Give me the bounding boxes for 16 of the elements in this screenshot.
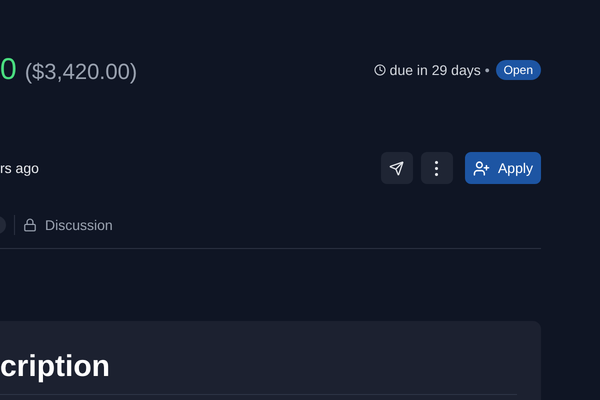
discussion-tab[interactable]: Discussion — [23, 215, 113, 235]
separator-dot: • — [484, 61, 490, 80]
posted-time: rs ago — [0, 159, 39, 178]
status-badge: Open — [496, 60, 541, 80]
clock-icon — [374, 64, 386, 76]
share-button[interactable] — [380, 152, 413, 184]
card-title: cription — [0, 349, 111, 385]
user-plus-icon — [472, 160, 490, 176]
more-button[interactable] — [420, 152, 453, 184]
bounty-amount: 0 — [0, 52, 17, 88]
paper-plane-icon — [389, 160, 404, 176]
due-date: due in 29 days — [390, 61, 481, 80]
more-icon — [435, 160, 438, 176]
lock-icon — [23, 218, 37, 232]
apply-button[interactable]: Apply — [464, 152, 541, 184]
usd-amount: ($3,420.00) — [24, 58, 138, 86]
